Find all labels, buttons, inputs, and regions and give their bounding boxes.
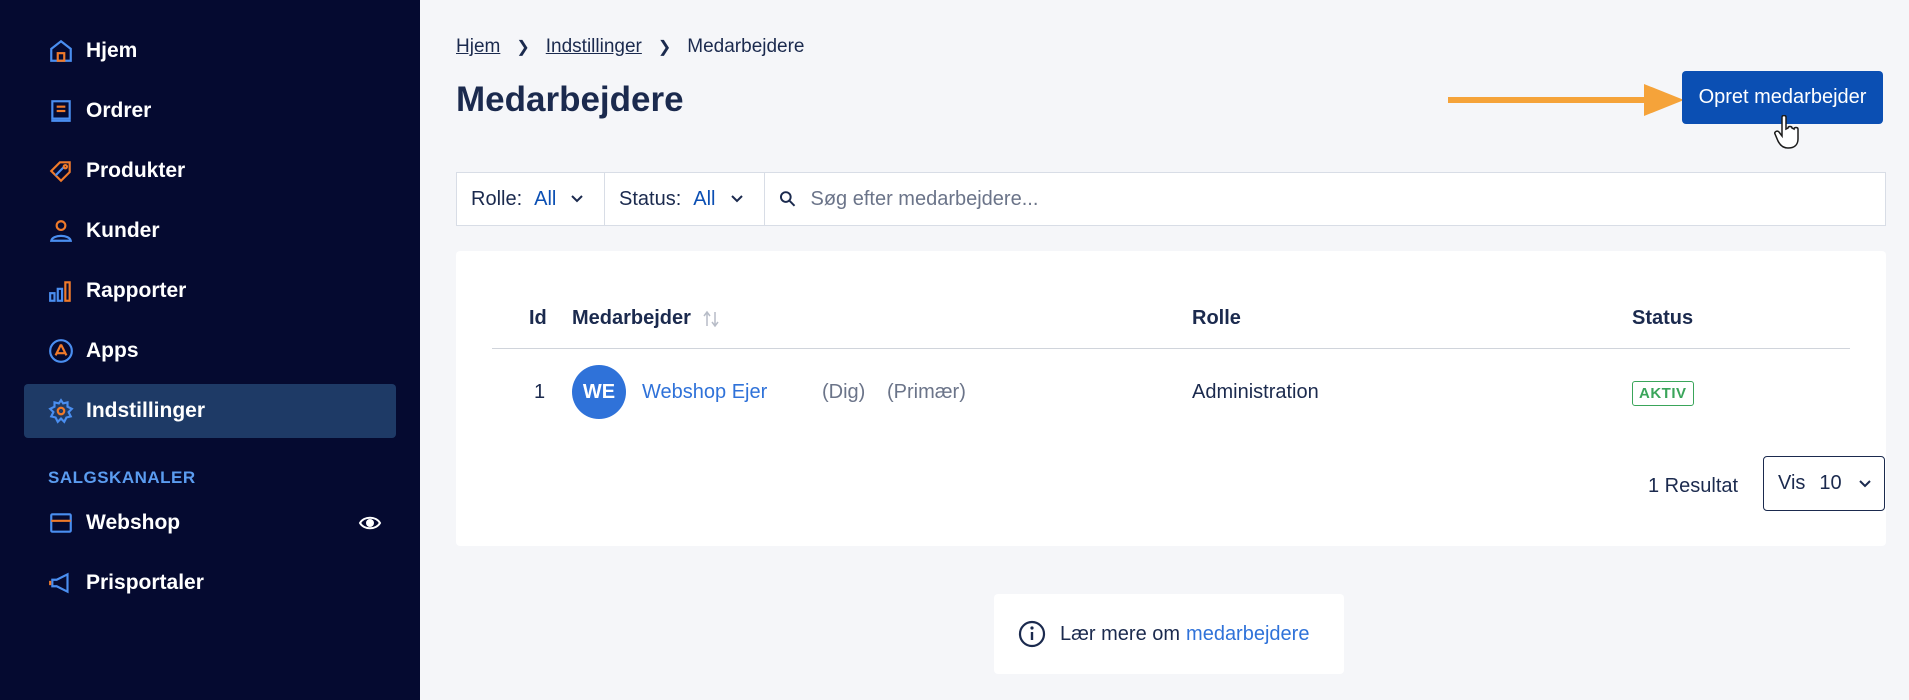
sidebar-item-label: Webshop — [86, 511, 181, 534]
column-header-id[interactable]: Id — [529, 307, 547, 330]
role-filter-label: Rolle: — [471, 187, 523, 210]
main-content: Hjem ❯ Indstillinger ❯ Medarbejdere Meda… — [420, 0, 1909, 700]
role-filter-value: All — [534, 187, 557, 210]
status-filter-value: All — [693, 187, 716, 210]
user-icon — [48, 218, 74, 244]
store-icon — [48, 510, 74, 536]
table-row[interactable]: 1 WE Webshop Ejer (Dig) (Primær) Adminis… — [492, 349, 1850, 435]
sidebar-item-hjem[interactable]: Hjem — [24, 24, 396, 78]
page-size-label: Vis — [1778, 472, 1806, 494]
learn-more-box: Lær mere om medarbejdere — [994, 594, 1344, 674]
employee-role: Administration — [1192, 381, 1319, 403]
employee-tag-you: (Dig) — [822, 381, 866, 403]
sidebar-item-rapporter[interactable]: Rapporter — [24, 264, 396, 318]
filter-bar: Rolle: All Status: All — [456, 172, 1886, 226]
sidebar-item-label: Hjem — [86, 39, 138, 62]
chevron-down-icon — [730, 195, 743, 203]
breadcrumb-link-hjem[interactable]: Hjem — [456, 36, 500, 58]
sidebar-item-prisportaler[interactable]: Prisportaler — [24, 556, 396, 610]
status-filter-label: Status: — [619, 187, 682, 210]
apps-icon — [48, 338, 74, 364]
chart-icon — [48, 278, 74, 304]
employee-id: 1 — [534, 381, 546, 403]
sidebar-item-label: Ordrer — [86, 99, 152, 122]
column-header-employee[interactable]: Medarbejder — [572, 307, 719, 330]
search-icon — [779, 191, 796, 207]
sidebar-item-label: Indstillinger — [86, 399, 206, 422]
page-size-value: 10 — [1819, 472, 1842, 494]
sort-icon[interactable] — [703, 310, 719, 328]
search-box — [765, 173, 1885, 225]
sidebar-item-label: Prisportaler — [86, 571, 204, 594]
info-icon — [1018, 620, 1046, 648]
result-count: 1 Resultat — [1648, 475, 1739, 497]
chevron-down-icon — [571, 195, 584, 203]
tag-icon — [48, 158, 74, 184]
search-input[interactable] — [810, 187, 1885, 211]
megaphone-icon — [48, 570, 74, 596]
sidebar-item-label: Produkter — [86, 159, 186, 182]
hand-cursor-icon — [1774, 115, 1799, 149]
avatar: WE — [572, 365, 626, 419]
employee-tag-primary: (Primær) — [887, 381, 966, 403]
status-filter-dropdown[interactable]: Status: All — [605, 173, 765, 225]
gear-icon — [48, 398, 74, 424]
sidebar-item-label: Rapporter — [86, 279, 187, 302]
status-badge: AKTIV — [1632, 381, 1694, 406]
table-header: Id Medarbejder Rolle Status — [492, 291, 1850, 349]
eye-icon[interactable] — [358, 511, 382, 535]
sidebar-item-ordrer[interactable]: Ordrer — [24, 84, 396, 138]
sidebar-item-webshop[interactable]: Webshop — [24, 496, 396, 550]
home-icon — [48, 38, 74, 64]
sidebar-item-label: Apps — [86, 339, 139, 362]
breadcrumb-current: Medarbejdere — [687, 36, 805, 57]
column-header-role: Rolle — [1192, 307, 1241, 329]
sidebar-item-indstillinger[interactable]: Indstillinger — [24, 384, 396, 438]
role-filter-dropdown[interactable]: Rolle: All — [457, 173, 605, 225]
page-title: Medarbejdere — [456, 80, 684, 119]
chevron-down-icon — [1858, 479, 1871, 487]
sidebar-item-label: Kunder — [86, 219, 160, 242]
page-size-dropdown[interactable]: Vis 10 — [1763, 456, 1885, 511]
sidebar-item-kunder[interactable]: Kunder — [24, 204, 396, 258]
sidebar-item-produkter[interactable]: Produkter — [24, 144, 396, 198]
orders-icon — [48, 98, 74, 124]
chevron-right-icon: ❯ — [657, 39, 672, 56]
employee-name-link[interactable]: Webshop Ejer — [642, 381, 767, 404]
breadcrumb: Hjem ❯ Indstillinger ❯ Medarbejdere — [456, 36, 805, 58]
sales-channels-heading: SALGSKANALER — [48, 468, 196, 487]
sidebar: Hjem Ordrer Produkter Kunder Rapporter A… — [0, 0, 420, 700]
employees-table-card: Id Medarbejder Rolle Status 1 WE Webshop… — [456, 251, 1886, 546]
column-header-employee-label: Medarbejder — [572, 307, 691, 329]
breadcrumb-link-indstillinger[interactable]: Indstillinger — [546, 36, 642, 58]
sidebar-item-apps[interactable]: Apps — [24, 324, 396, 378]
chevron-right-icon: ❯ — [516, 39, 530, 56]
annotation-arrow-icon — [1448, 84, 1684, 116]
learn-more-link[interactable]: medarbejdere — [1186, 623, 1309, 646]
learn-more-text: Lær mere om — [1060, 622, 1181, 645]
column-header-status: Status — [1632, 307, 1694, 329]
